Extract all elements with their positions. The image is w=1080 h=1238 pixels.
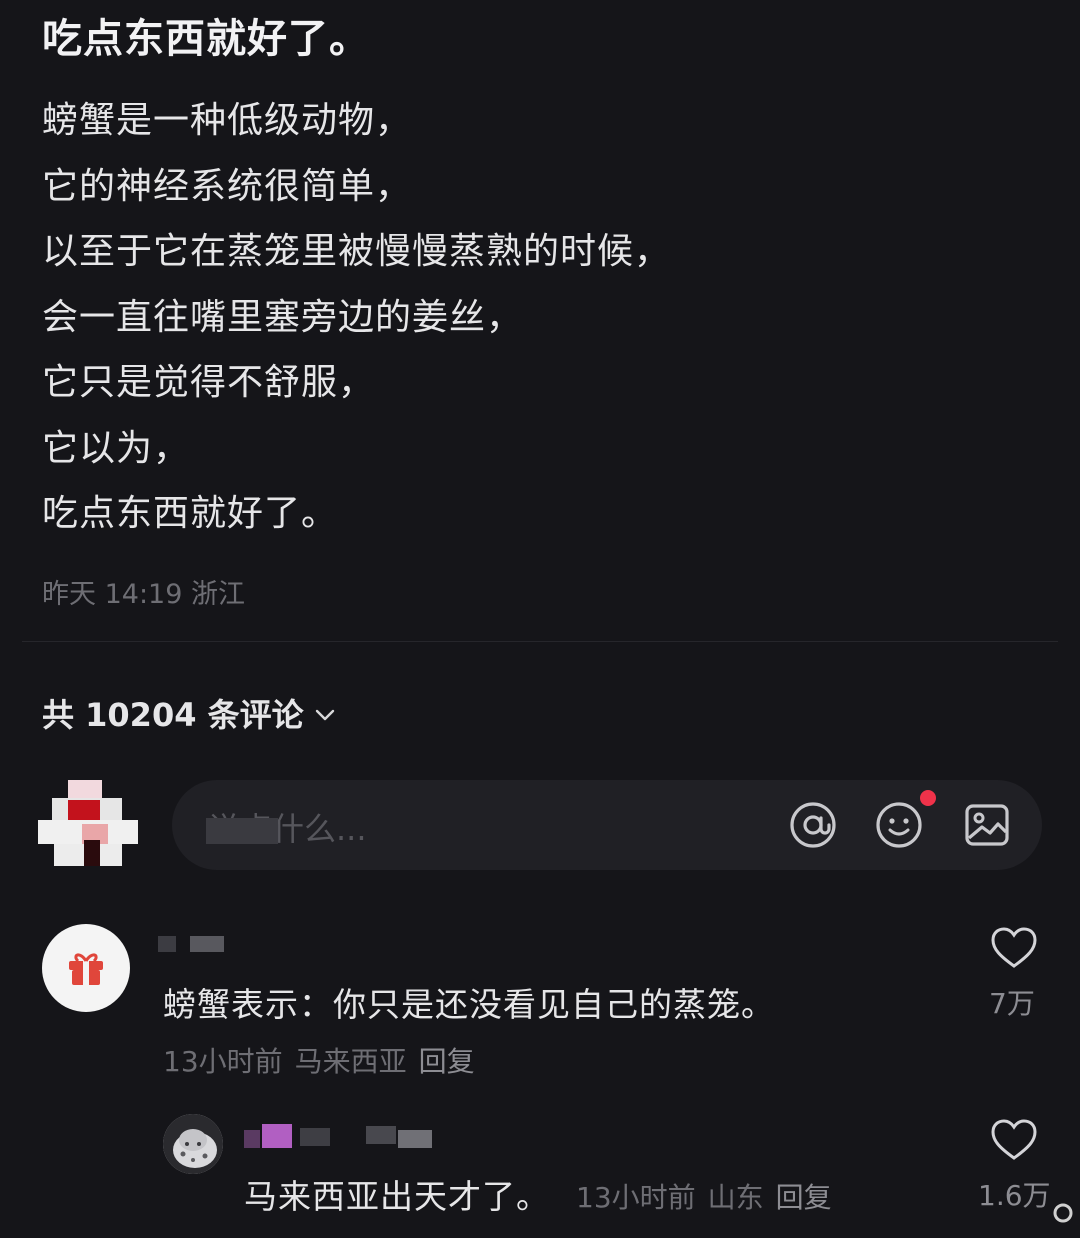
username-mask xyxy=(300,1128,330,1146)
comment-meta: 13小时前 马来西亚 回复 xyxy=(163,1040,475,1080)
username-mask xyxy=(190,936,224,952)
reply-text: 马来西亚出天才了。 xyxy=(244,1177,550,1216)
heart-icon[interactable] xyxy=(990,926,1038,970)
post-title: 吃点东西就好了。 xyxy=(42,16,370,62)
post-line: 会一直往嘴里塞旁边的姜丝， xyxy=(42,296,524,338)
username-mask xyxy=(398,1130,432,1148)
username-mask xyxy=(262,1124,292,1148)
notification-dot xyxy=(920,790,936,806)
comment-count-label: 共 10204 条评论 xyxy=(42,696,304,734)
reply-time: 13小时前 xyxy=(576,1181,696,1214)
emoji-icon[interactable] xyxy=(874,800,924,850)
post-time: 昨天 14:19 xyxy=(42,579,183,610)
comment-text: 螃蟹表示：你只是还没看见自己的蒸笼。 xyxy=(163,985,775,1024)
chevron-down-icon xyxy=(315,709,334,721)
post-line: 吃点东西就好了。 xyxy=(42,493,339,534)
post-location: 浙江 xyxy=(191,579,245,610)
watermark-icon xyxy=(1052,1198,1074,1228)
post-line: 它只是觉得不舒服， xyxy=(42,362,376,403)
comment-location: 马来西亚 xyxy=(294,1045,407,1078)
avatar[interactable] xyxy=(38,780,138,866)
snow-leopard-avatar xyxy=(163,1114,223,1174)
image-icon[interactable] xyxy=(962,800,1012,850)
placeholder-mask xyxy=(206,818,278,844)
reply-location: 山东 xyxy=(707,1181,764,1214)
reply-button[interactable]: 回复 xyxy=(776,1176,832,1216)
comment-time: 13小时前 xyxy=(163,1045,283,1078)
at-icon[interactable] xyxy=(788,800,838,850)
comment-input[interactable]: 说点什么... xyxy=(172,780,1042,870)
like-count: 7万 xyxy=(989,987,1035,1020)
post-meta: 昨天 14:19 浙江 xyxy=(42,572,245,611)
post-body: 螃蟹是一种低级动物， 它的神经系统很简单， 以至于它在蒸笼里被慢慢蒸熟的时候， … xyxy=(42,88,1022,547)
avatar[interactable] xyxy=(163,1114,223,1174)
username-mask xyxy=(244,1130,260,1148)
post-line: 螃蟹是一种低级动物， xyxy=(42,100,413,141)
post-line: 它以为， xyxy=(42,427,191,469)
username-mask xyxy=(158,936,176,952)
gift-icon xyxy=(69,953,103,985)
heart-icon[interactable] xyxy=(990,1118,1038,1162)
post-line: 以至于它在蒸笼里被慢慢蒸熟的时候， xyxy=(42,231,672,272)
username-mask xyxy=(366,1126,396,1144)
reply-button[interactable]: 回复 xyxy=(419,1040,475,1080)
like-count: 1.6万 xyxy=(978,1179,1051,1212)
reply-meta: 13小时前 山东 回复 xyxy=(576,1176,832,1216)
comment-count-toggle[interactable]: 共 10204 条评论 xyxy=(42,690,336,736)
avatar[interactable] xyxy=(42,924,130,1012)
post-line: 它的神经系统很简单， xyxy=(42,165,413,207)
divider xyxy=(22,641,1058,642)
